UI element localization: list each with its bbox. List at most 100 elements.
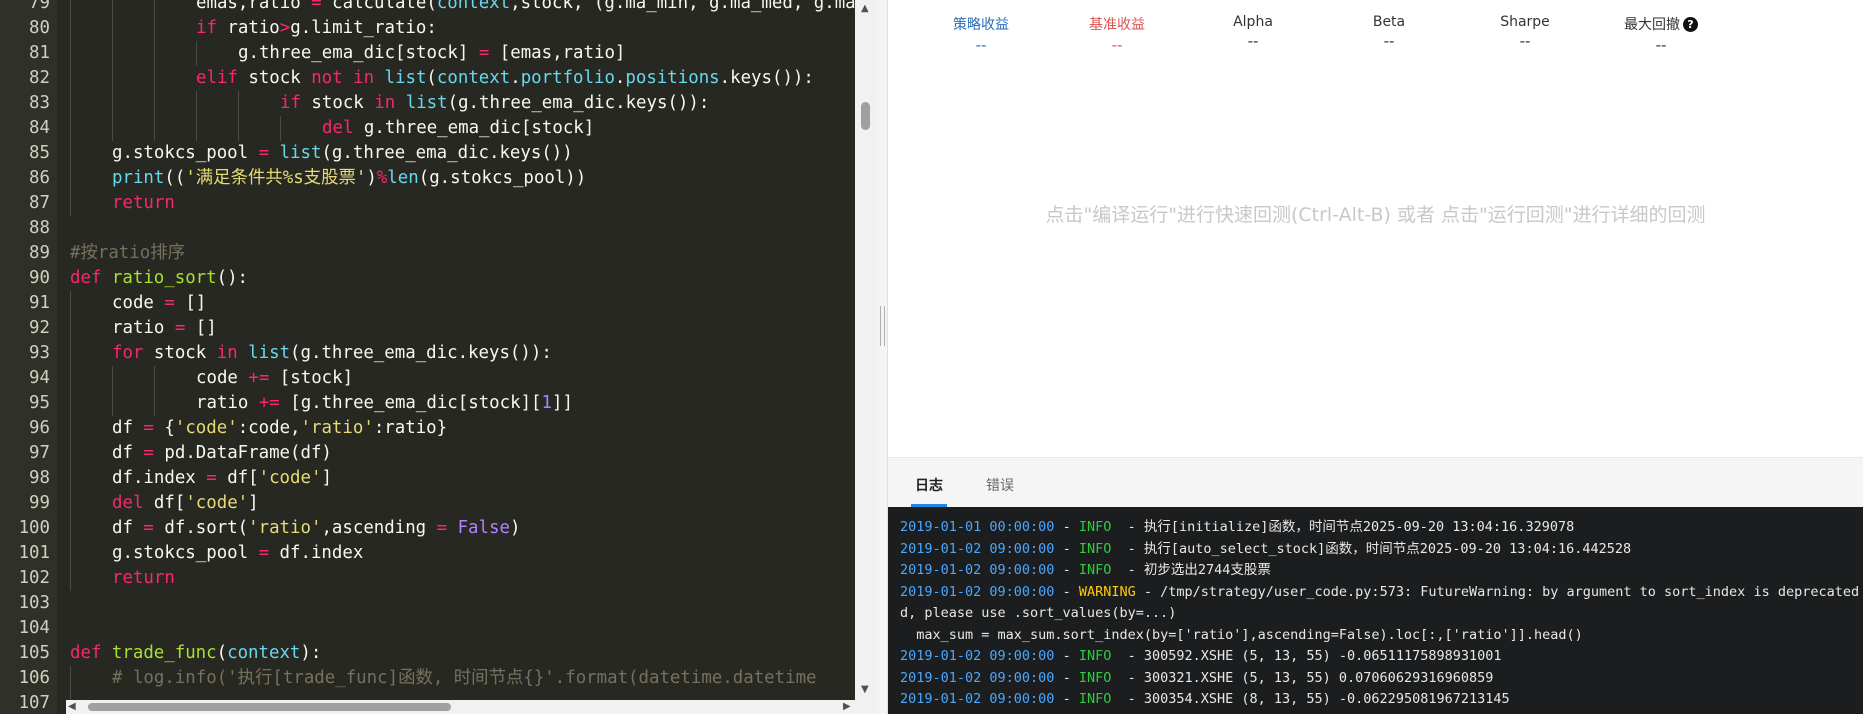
tab-error[interactable]: 错误 — [986, 475, 1014, 495]
code-token: = — [174, 317, 186, 338]
indent-guide — [196, 115, 197, 141]
backtest-hint: 点击"编译运行"进行快速回测(Ctrl-Alt-B) 或者 点击"运行回测"进行… — [1045, 204, 1706, 226]
code-line[interactable]: 101 g.stokcs_pool = df.index — [0, 540, 855, 566]
code-token: df — [112, 517, 144, 538]
scroll-left-arrow-icon[interactable]: ◀ — [68, 702, 76, 712]
code-token: 'ratio' — [300, 417, 374, 438]
code-line[interactable]: 90 def ratio_sort(): — [0, 266, 855, 291]
code-line[interactable]: 93 for stock in list(g.three_ema_dic.keys… — [0, 340, 855, 366]
scroll-down-arrow-icon[interactable]: ▼ — [861, 685, 869, 695]
splitter-grip-icon[interactable] — [880, 306, 885, 346]
code-token: ratio_sort — [111, 267, 217, 288]
metric-label-text: Sharpe — [1500, 14, 1550, 30]
code-line[interactable]: 95 ratio += [g.three_ema_dic[stock][1]] — [0, 390, 855, 416]
log-level: INFO — [1078, 519, 1112, 535]
indent-guide — [70, 340, 71, 366]
line-number: 103 — [18, 592, 50, 613]
code-token: ,stock, (g.ma_min, g.ma_med, g.ma_max — [510, 0, 855, 13]
editor-horizontal-scroll-thumb[interactable] — [88, 703, 451, 711]
code-token: context — [227, 642, 301, 663]
code-line[interactable]: 80 if ratio>g.limit_ratio: — [0, 15, 855, 41]
code-line[interactable]: 104 — [0, 616, 855, 641]
indent-guide — [154, 0, 155, 16]
code-line[interactable]: 83 if stock in list(g.three_ema_dic.keys(… — [0, 90, 855, 116]
code-line[interactable]: 91 code = [] — [0, 290, 855, 316]
log-timestamp: 2019-01-02 09:00:00 — [900, 540, 1055, 557]
code-token: { — [153, 417, 175, 438]
tab-log[interactable]: 日志 — [915, 475, 943, 495]
code-token: ( — [426, 67, 437, 88]
code-token: return — [112, 567, 175, 588]
line-number: 104 — [18, 617, 50, 638]
code-line[interactable]: 82 elif stock not in list(context.portfol… — [0, 65, 855, 91]
code-token: . — [614, 67, 626, 88]
log-level: INFO — [1078, 648, 1112, 664]
help-icon[interactable]: ? — [1683, 17, 1698, 32]
code-line[interactable]: 84 del g.three_ema_dic[stock] — [0, 115, 855, 141]
code-line[interactable]: 99 del df['code'] — [0, 490, 855, 516]
indent-guide — [154, 390, 155, 416]
code-line[interactable]: 102 return — [0, 565, 855, 591]
indent-guide — [70, 490, 71, 516]
indent-guide — [154, 365, 155, 391]
code-line[interactable]: 105 def trade_func(context): — [0, 641, 855, 666]
code-line[interactable]: 96 df = {'code':code,'ratio':ratio} — [0, 415, 855, 441]
code-token: += — [258, 392, 280, 413]
code-line[interactable]: 86 print(('满足条件共%s支股票')%len(g.stokcs_pool… — [0, 165, 855, 191]
log-message: - 执行[auto_select_stock]函数，时间节点2025-09-20… — [1111, 540, 1632, 557]
code-line[interactable]: 97 df = pd.DataFrame(df) — [0, 440, 855, 466]
code-token: print — [112, 167, 165, 188]
code-line[interactable]: 88 — [0, 216, 855, 241]
code-token: = — [311, 0, 322, 13]
metric-label-text: 基准收益 — [1089, 17, 1145, 33]
code-line[interactable]: 100 df = df.sort('ratio',ascending = Fals… — [0, 515, 855, 541]
code-token: df[ — [216, 467, 259, 488]
code-token: del — [112, 492, 144, 513]
line-number: 86 — [29, 167, 50, 188]
code-line[interactable]: 85 g.stokcs_pool = list(g.three_ema_dic.k… — [0, 140, 855, 166]
code-token: # log.info('执行[trade_func]函数, 时间节点{}'.fo… — [112, 667, 817, 688]
code-token: 'code' — [185, 492, 249, 513]
log-line: 2019-01-02 09:00:00 - INFO - 300321.XSHE… — [900, 668, 1493, 689]
line-number: 88 — [29, 217, 50, 238]
editor-vertical-scroll-thumb[interactable] — [861, 102, 870, 130]
code-line[interactable]: 92 ratio = [] — [0, 315, 855, 341]
code-line[interactable]: 79 emas,ratio = calculate(context,stock, … — [0, 0, 855, 16]
scroll-right-arrow-icon[interactable]: ▶ — [843, 702, 851, 712]
code-token: ) — [509, 517, 521, 538]
editor-vertical-scrollbar[interactable]: ▲ ▼ — [855, 0, 877, 714]
code-token: in — [374, 92, 396, 113]
code-line[interactable]: 106 # log.info('执行[trade_func]函数, 时间节点{}'… — [0, 665, 855, 691]
code-token: (g.three_ema_dic.keys()) — [321, 142, 573, 163]
log-timestamp: 2019-01-02 09:00:00 — [900, 562, 1055, 578]
code-token: > — [279, 17, 291, 38]
code-line[interactable]: 89 #按ratio排序 — [0, 241, 855, 266]
code-area[interactable]: 79 emas,ratio = calculate(context,stock, … — [0, 0, 855, 714]
code-line[interactable]: 94 code += [stock] — [0, 365, 855, 391]
indent-guide — [70, 665, 71, 691]
log-level: INFO — [1078, 562, 1112, 578]
code-editor[interactable]: 79 emas,ratio = calculate(context,stock, … — [0, 0, 855, 714]
code-token: list — [248, 342, 291, 363]
line-number: 87 — [29, 192, 50, 213]
code-token: ) — [366, 167, 377, 188]
scroll-up-arrow-icon[interactable]: ▲ — [861, 4, 869, 14]
editor-horizontal-scrollbar[interactable]: ◀ ▶ — [66, 700, 855, 714]
code-token: for — [112, 342, 144, 363]
code-line[interactable]: 87 return — [0, 190, 855, 216]
indent-guide — [238, 115, 239, 141]
code-line[interactable]: 98 df.index = df['code'] — [0, 465, 855, 491]
pane-splitter[interactable] — [877, 0, 888, 714]
code-token: 'code' — [258, 467, 322, 488]
code-token: emas,ratio — [196, 0, 312, 13]
code-token: stock — [143, 342, 217, 363]
log-console[interactable]: 2019-01-01 00:00:00 - INFO - 执行[initiali… — [888, 507, 1863, 714]
log-separator: - — [1054, 583, 1079, 600]
indent-guide — [70, 15, 71, 41]
line-number: 81 — [29, 42, 50, 63]
code-line[interactable]: 103 — [0, 591, 855, 616]
code-line[interactable]: 81 g.three_ema_dic[stock] = [emas,ratio] — [0, 40, 855, 66]
